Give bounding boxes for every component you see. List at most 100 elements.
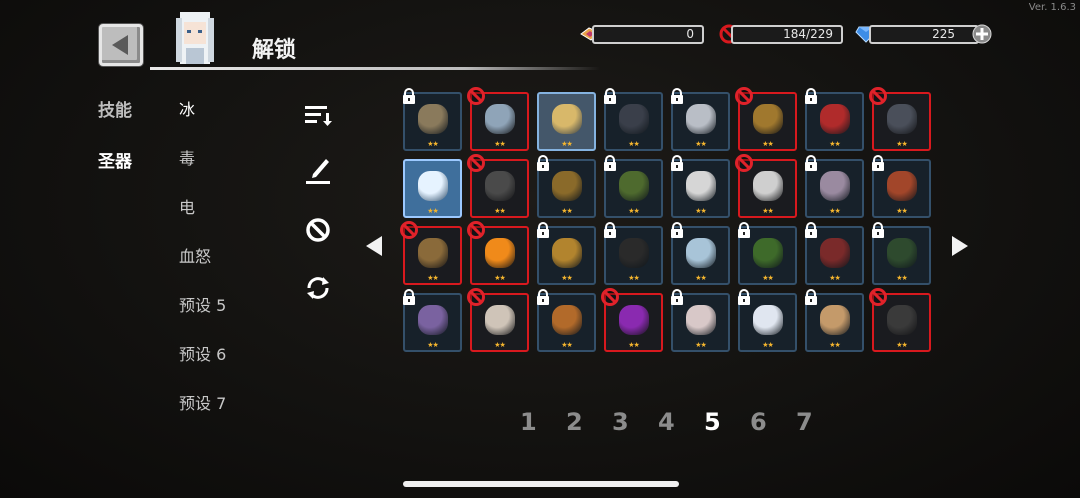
ban-filter-icon[interactable] — [302, 214, 334, 246]
relic-slot[interactable]: ★★ — [537, 92, 596, 151]
rarity-stars: ★★ — [829, 207, 841, 215]
rarity-stars: ★★ — [494, 207, 506, 215]
relic-slot[interactable]: ★★ — [869, 288, 931, 352]
subcategory-preset-5[interactable]: 预设 5 — [179, 292, 226, 316]
lock-icon — [736, 222, 752, 238]
orange-item-icon — [485, 238, 515, 268]
relic-slot[interactable]: ★★ — [869, 87, 931, 151]
wand-item-icon — [820, 305, 850, 335]
lock-icon — [401, 88, 417, 104]
relic-slot[interactable]: ★★ — [537, 222, 596, 285]
subcategory-electric[interactable]: 电 — [179, 194, 195, 218]
leaf-item-icon — [619, 171, 649, 201]
relic-slot[interactable]: ★★ — [467, 87, 529, 151]
relic-slot[interactable]: ★★ — [403, 88, 462, 151]
dark-stone-item-icon — [619, 238, 649, 268]
relic-slot[interactable]: ★★ — [537, 289, 596, 352]
page-1[interactable]: 1 — [520, 408, 566, 436]
relic-slot[interactable]: ★★ — [805, 222, 864, 285]
ice-shard-item-icon — [686, 238, 716, 268]
page-4[interactable]: 4 — [658, 408, 704, 436]
lightning-item-icon — [753, 171, 783, 201]
cape-item-icon — [820, 104, 850, 134]
subcategory-poison[interactable]: 毒 — [179, 145, 195, 169]
rarity-stars: ★★ — [695, 341, 707, 349]
relic-slot[interactable]: ★★ — [467, 221, 529, 285]
relic-slot[interactable]: ★★ — [604, 222, 663, 285]
relic-slot[interactable]: ★★ — [738, 222, 797, 285]
lantern-item-icon — [887, 171, 917, 201]
ring-item-icon — [552, 305, 582, 335]
cloak-item-icon — [753, 104, 783, 134]
page-7[interactable]: 7 — [796, 408, 842, 436]
relic-slot[interactable]: ★★ — [604, 88, 663, 151]
dark-ufo-item-icon — [619, 104, 649, 134]
character-portrait-icon — [170, 8, 224, 68]
peace-amulet-item-icon — [418, 238, 448, 268]
relic-slot[interactable]: ★★ — [403, 289, 462, 352]
refresh-icon[interactable] — [302, 272, 334, 304]
subcategory-preset-6[interactable]: 预设 6 — [179, 341, 226, 365]
relic-slot[interactable]: ★★ — [805, 155, 864, 218]
rarity-stars: ★★ — [695, 207, 707, 215]
back-arrow-icon — [111, 35, 128, 55]
page-6[interactable]: 6 — [750, 408, 796, 436]
page-title: 解锁 — [252, 38, 297, 63]
back-button[interactable] — [99, 24, 143, 66]
relic-slot[interactable]: ★★ — [671, 88, 730, 151]
prev-page-arrow-icon[interactable] — [366, 236, 382, 256]
page-3[interactable]: 3 — [612, 408, 658, 436]
rarity-stars: ★★ — [896, 207, 908, 215]
rarity-stars: ★★ — [628, 274, 640, 282]
relic-slot[interactable]: ★★ — [467, 288, 529, 352]
relic-slot[interactable]: ★★ — [671, 222, 730, 285]
relic-slot[interactable]: ★★ — [601, 288, 663, 352]
relic-slot[interactable]: ★★ — [735, 154, 797, 218]
skull-item-icon — [418, 104, 448, 134]
lock-icon — [669, 88, 685, 104]
page-2[interactable]: 2 — [566, 408, 612, 436]
relic-slot[interactable]: ★★ — [738, 289, 797, 352]
brush-icon[interactable] — [302, 155, 334, 187]
crystal-cluster-item-icon — [820, 171, 850, 201]
relic-slot[interactable]: ★★ — [604, 155, 663, 218]
relic-slot[interactable]: ★★ — [805, 289, 864, 352]
relic-slot[interactable]: ★★ — [735, 87, 797, 151]
necklace-item-icon — [887, 305, 917, 335]
rarity-stars: ★★ — [628, 140, 640, 148]
rarity-stars: ★★ — [762, 341, 774, 349]
rarity-stars: ★★ — [427, 341, 439, 349]
relic-slot[interactable]: ★★ — [872, 155, 931, 218]
relic-slot[interactable]: ★★ — [467, 154, 529, 218]
lock-icon — [736, 289, 752, 305]
lock-icon — [401, 289, 417, 305]
shell-pearl-item-icon — [686, 305, 716, 335]
category-relics[interactable]: 圣器 — [98, 147, 132, 172]
rarity-stars: ★★ — [628, 207, 640, 215]
rarity-stars: ★★ — [494, 274, 506, 282]
subcategory-bloodrage[interactable]: 血怒 — [179, 243, 211, 267]
relic-slot[interactable]: ★★ — [403, 159, 462, 218]
relic-slot[interactable]: ★★ — [400, 221, 462, 285]
lock-icon — [535, 155, 551, 171]
add-icon[interactable] — [970, 22, 994, 46]
next-page-arrow-icon[interactable] — [952, 236, 968, 256]
lock-icon — [870, 222, 886, 238]
category-skills[interactable]: 技能 — [98, 96, 132, 121]
subcategory-preset-7[interactable]: 预设 7 — [179, 390, 226, 414]
sort-icon[interactable] — [302, 99, 334, 131]
rarity-stars: ★★ — [829, 341, 841, 349]
relic-slot[interactable]: ★★ — [537, 155, 596, 218]
egg-nest-item-icon — [552, 104, 582, 134]
lock-icon — [870, 155, 886, 171]
relic-slot[interactable]: ★★ — [671, 155, 730, 218]
subcategory-ice[interactable]: 冰 — [179, 96, 195, 120]
lock-icon — [535, 289, 551, 305]
version-label: Ver. 1.6.3 — [1028, 2, 1076, 13]
page-5[interactable]: 5 — [704, 408, 750, 436]
relic-slot[interactable]: ★★ — [805, 88, 864, 151]
relic-slot[interactable]: ★★ — [872, 222, 931, 285]
rarity-stars: ★★ — [494, 341, 506, 349]
relic-slot[interactable]: ★★ — [671, 289, 730, 352]
lock-icon — [602, 222, 618, 238]
